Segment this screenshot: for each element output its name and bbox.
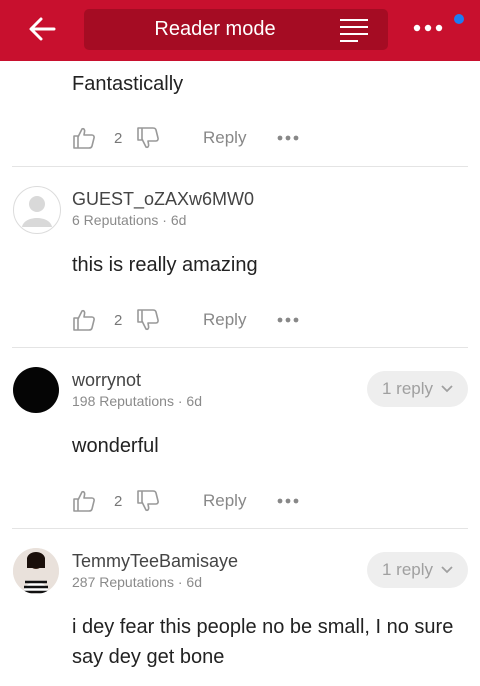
- comment-author[interactable]: TemmyTeeBamisaye: [72, 551, 238, 572]
- thumbs-up-icon: [73, 127, 95, 149]
- divider: [12, 166, 468, 167]
- avatar[interactable]: [13, 186, 61, 234]
- like-count: 2: [114, 311, 123, 329]
- reader-mode-button[interactable]: Reader mode: [84, 9, 388, 50]
- reply-count: 1 reply: [381, 560, 434, 579]
- avatar[interactable]: [13, 548, 59, 594]
- comment-actions: 2 Reply: [72, 124, 472, 152]
- comment-meta: 198 Reputations · 6d: [72, 393, 202, 409]
- thumbs-down-icon: [137, 490, 159, 512]
- dislike-button[interactable]: [136, 487, 160, 515]
- more-dots-icon: [277, 498, 299, 504]
- view-replies-button[interactable]: 1 reply: [367, 371, 468, 407]
- arrow-left-icon: [29, 17, 56, 41]
- comment-age: 6d: [170, 212, 187, 228]
- back-button[interactable]: [22, 12, 62, 46]
- dislike-button[interactable]: [136, 124, 160, 152]
- divider: [12, 347, 468, 348]
- reply-button[interactable]: Reply: [203, 487, 246, 515]
- view-replies-button[interactable]: 1 reply: [367, 552, 468, 588]
- user-photo-icon: [13, 548, 59, 594]
- comment-author[interactable]: GUEST_oZAXw6MW0: [72, 189, 254, 210]
- reply-button[interactable]: Reply: [203, 124, 246, 152]
- comment-age: 6d: [186, 574, 202, 590]
- divider: [12, 528, 468, 529]
- comment-body: Fantastically: [72, 73, 184, 95]
- text-lines-icon: [340, 19, 368, 42]
- comment-meta: 6 Reputations · 6d: [72, 212, 186, 228]
- more-dots-icon: [277, 317, 299, 323]
- comment-actions: 2 Reply: [72, 487, 472, 515]
- chevron-down-icon: [441, 566, 453, 574]
- avatar[interactable]: [13, 367, 59, 413]
- comment-meta: 287 Reputations · 6d: [72, 574, 202, 590]
- separator: ·: [173, 393, 187, 409]
- thumbs-up-icon: [73, 309, 95, 331]
- thumbs-down-icon: [137, 309, 159, 331]
- more-dots-icon[interactable]: [412, 18, 444, 38]
- comment-more-button[interactable]: [277, 306, 299, 334]
- like-button[interactable]: [72, 306, 96, 334]
- reply-button[interactable]: Reply: [203, 306, 246, 334]
- thumbs-up-icon: [73, 490, 95, 512]
- like-count: 2: [114, 129, 123, 147]
- default-avatar-icon: [22, 196, 52, 227]
- top-bar: Reader mode: [0, 0, 480, 61]
- reputations: 6 Reputations: [72, 212, 159, 228]
- reader-mode-label: Reader mode: [154, 18, 276, 40]
- comment-actions: 2 Reply: [72, 306, 472, 334]
- reply-count: 1 reply: [381, 379, 434, 398]
- reputations: 287 Reputations: [72, 574, 174, 590]
- like-count: 2: [114, 492, 123, 510]
- comment-body: wonderful: [72, 435, 159, 457]
- comment-body: i dey fear this people no be small, I no…: [72, 616, 454, 668]
- reputations: 198 Reputations: [72, 393, 174, 409]
- comment-more-button[interactable]: [277, 124, 299, 152]
- separator: ·: [158, 212, 171, 228]
- dislike-button[interactable]: [136, 306, 160, 334]
- more-dots-icon: [277, 135, 299, 141]
- notification-dot: [454, 14, 464, 24]
- separator: ·: [173, 574, 187, 590]
- thumbs-down-icon: [137, 127, 159, 149]
- chevron-down-icon: [441, 385, 453, 393]
- like-button[interactable]: [72, 487, 96, 515]
- comment-age: 6d: [186, 393, 202, 409]
- comment-author[interactable]: worrynot: [72, 370, 141, 391]
- comment-more-button[interactable]: [277, 487, 299, 515]
- like-button[interactable]: [72, 124, 96, 152]
- comment-body: this is really amazing: [72, 254, 258, 276]
